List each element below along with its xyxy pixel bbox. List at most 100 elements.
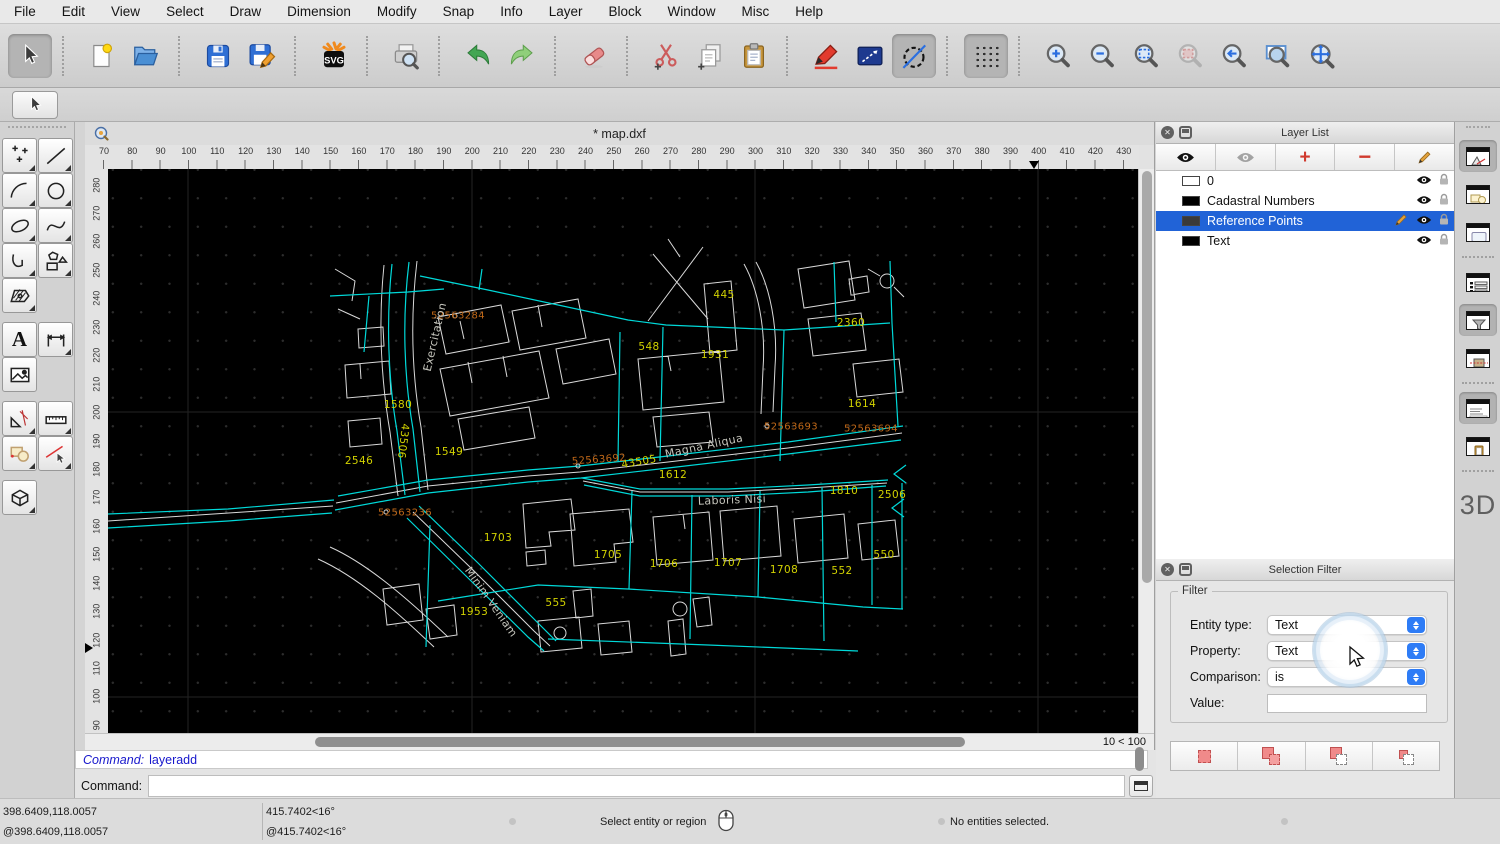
menu-item[interactable]: View — [111, 4, 140, 19]
measurement-rect-button[interactable] — [848, 34, 892, 78]
measure-tool[interactable] — [38, 401, 73, 436]
layer-visibility-toggle[interactable] — [1416, 194, 1432, 208]
layer-visibility-toggle[interactable] — [1416, 174, 1432, 188]
copy-button[interactable] — [688, 34, 732, 78]
hscroll-thumb[interactable] — [315, 737, 965, 747]
delete-button[interactable] — [572, 34, 616, 78]
selection-tool-button[interactable] — [12, 91, 58, 119]
layer-lock-toggle[interactable] — [1439, 233, 1449, 249]
polyline-tool[interactable] — [2, 243, 37, 278]
layer-lock-toggle[interactable] — [1439, 213, 1449, 229]
ellipse-tool[interactable] — [2, 208, 37, 243]
layer-row[interactable]: Reference Points — [1156, 211, 1454, 231]
layer-visibility-toggle[interactable] — [1416, 234, 1432, 248]
close-panel-button[interactable] — [1161, 563, 1174, 576]
canvas-horizontal-scrollbar[interactable]: 10 < 100 — [85, 733, 1154, 750]
filter-value-input[interactable] — [1267, 694, 1427, 713]
layer-lock-toggle[interactable] — [1439, 173, 1449, 189]
menu-item[interactable]: Misc — [742, 4, 770, 19]
image-tool[interactable] — [2, 357, 37, 392]
property-editor-panel-toggle[interactable] — [1459, 140, 1497, 172]
dimension-tool[interactable] — [38, 322, 73, 357]
undo-button[interactable] — [456, 34, 500, 78]
layer-lock-toggle[interactable] — [1439, 193, 1449, 209]
layer-row[interactable]: 0 — [1156, 171, 1454, 191]
points-tool[interactable] — [2, 138, 37, 173]
clipboard-panel-toggle[interactable] — [1459, 430, 1497, 462]
edit-layer-button[interactable] — [1395, 144, 1454, 170]
auto-zoom-button[interactable] — [1124, 34, 1168, 78]
intersect-selection-button[interactable] — [1373, 742, 1439, 770]
print-preview-button[interactable] — [384, 34, 428, 78]
zoom-selection-button[interactable] — [1168, 34, 1212, 78]
open-file-button[interactable] — [124, 34, 168, 78]
command-history-panel-toggle[interactable] — [1459, 392, 1497, 424]
hatch-tool[interactable] — [2, 278, 37, 313]
float-panel-button[interactable] — [1179, 126, 1192, 139]
command-input[interactable] — [148, 775, 1125, 797]
block-list-panel-toggle[interactable] — [1459, 178, 1497, 210]
previous-view-button[interactable] — [1212, 34, 1256, 78]
text-tool[interactable]: A — [2, 322, 37, 357]
zoom-window-button[interactable] — [1256, 34, 1300, 78]
history-scrollbar-thumb[interactable] — [1135, 747, 1144, 771]
hide-all-layers-button[interactable] — [1216, 144, 1276, 170]
menu-item[interactable]: Dimension — [287, 4, 351, 19]
drawing-canvas[interactable]: 4452360548193116141580154925464350643505… — [108, 169, 1139, 733]
snap-tool[interactable] — [38, 436, 73, 471]
modify-tool[interactable] — [2, 401, 37, 436]
box-3d-tool[interactable] — [2, 480, 37, 515]
canvas-vertical-scrollbar[interactable] — [1138, 169, 1154, 733]
layer-list-panel-toggle[interactable] — [1459, 266, 1497, 298]
menu-item[interactable]: Layer — [549, 4, 583, 19]
menu-item[interactable]: Help — [795, 4, 823, 19]
cut-button[interactable] — [644, 34, 688, 78]
library-browser-panel-toggle[interactable] — [1459, 216, 1497, 248]
menu-item[interactable]: File — [14, 4, 36, 19]
grid-toggle-button[interactable] — [964, 34, 1008, 78]
save-as-button[interactable] — [240, 34, 284, 78]
palette-drag-handle[interactable] — [8, 126, 66, 134]
menu-item[interactable]: Edit — [62, 4, 85, 19]
select-matching-button[interactable] — [1171, 742, 1238, 770]
show-all-layers-button[interactable] — [1156, 144, 1216, 170]
layer-row[interactable]: Cadastral Numbers — [1156, 191, 1454, 211]
vscroll-thumb[interactable] — [1142, 171, 1152, 583]
save-button[interactable] — [196, 34, 240, 78]
remove-layer-button[interactable]: − — [1335, 144, 1395, 170]
select-arrow-button[interactable] — [8, 34, 52, 78]
shape-tool[interactable] — [38, 243, 73, 278]
menu-item[interactable]: Block — [609, 4, 642, 19]
layer-row[interactable]: Text — [1156, 231, 1454, 251]
command-options-button[interactable] — [1129, 775, 1153, 797]
zoom-in-button[interactable] — [1036, 34, 1080, 78]
pattern-panel-toggle[interactable] — [1459, 342, 1497, 374]
close-panel-button[interactable] — [1161, 126, 1174, 139]
line-tool[interactable] — [38, 138, 73, 173]
pan-button[interactable] — [1300, 34, 1344, 78]
layer-edit-pencil-icon[interactable] — [1394, 213, 1408, 230]
menu-item[interactable]: Snap — [443, 4, 475, 19]
menu-item[interactable]: Modify — [377, 4, 417, 19]
strip-drag-handle[interactable] — [1466, 126, 1490, 134]
remove-from-selection-button[interactable] — [1306, 742, 1373, 770]
svg-export-button[interactable]: SVG — [312, 34, 356, 78]
layer-visibility-toggle[interactable] — [1416, 214, 1432, 228]
arc-tool[interactable] — [2, 173, 37, 208]
new-file-button[interactable] — [80, 34, 124, 78]
add-to-selection-button[interactable] — [1238, 742, 1305, 770]
redo-button[interactable] — [500, 34, 544, 78]
menu-item[interactable]: Draw — [230, 4, 262, 19]
paste-button[interactable] — [732, 34, 776, 78]
circle-tool[interactable] — [38, 173, 73, 208]
float-panel-button[interactable] — [1179, 563, 1192, 576]
add-layer-button[interactable]: + — [1276, 144, 1336, 170]
zoom-out-button[interactable] — [1080, 34, 1124, 78]
menu-item[interactable]: Info — [500, 4, 523, 19]
menu-item[interactable]: Select — [166, 4, 204, 19]
menu-item[interactable]: Window — [668, 4, 716, 19]
pencil-edit-button[interactable] — [804, 34, 848, 78]
spline-tool[interactable] — [38, 208, 73, 243]
info-tool[interactable] — [2, 436, 37, 471]
construction-mode-button[interactable] — [892, 34, 936, 78]
